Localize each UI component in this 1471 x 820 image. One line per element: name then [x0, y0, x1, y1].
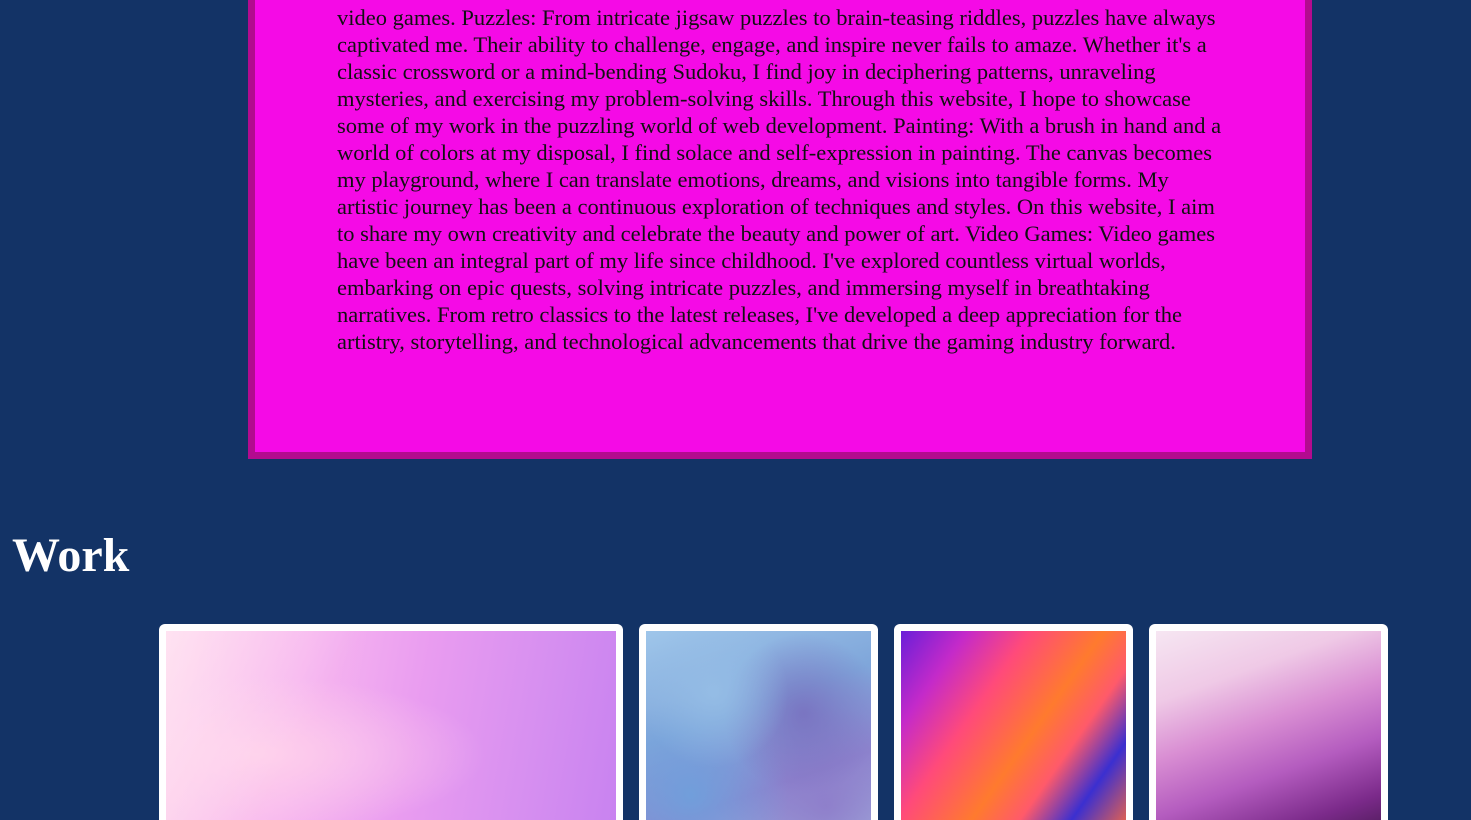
work-image-fluid-colors — [901, 631, 1126, 820]
work-image-watercolor — [646, 631, 871, 820]
work-card-geometric-purple[interactable] — [1149, 624, 1388, 820]
page: video games. Puzzles: From intricate jig… — [0, 0, 1471, 820]
about-text: video games. Puzzles: From intricate jig… — [337, 5, 1222, 354]
work-card-watercolor[interactable] — [639, 624, 878, 820]
work-card-pink-gradient[interactable] — [159, 624, 623, 820]
work-image-pink-gradient — [166, 631, 616, 820]
work-card-fluid-colors[interactable] — [894, 624, 1133, 820]
work-heading: Work — [12, 529, 130, 582]
about-section: video games. Puzzles: From intricate jig… — [248, 0, 1312, 459]
work-image-geometric-purple — [1156, 631, 1381, 820]
